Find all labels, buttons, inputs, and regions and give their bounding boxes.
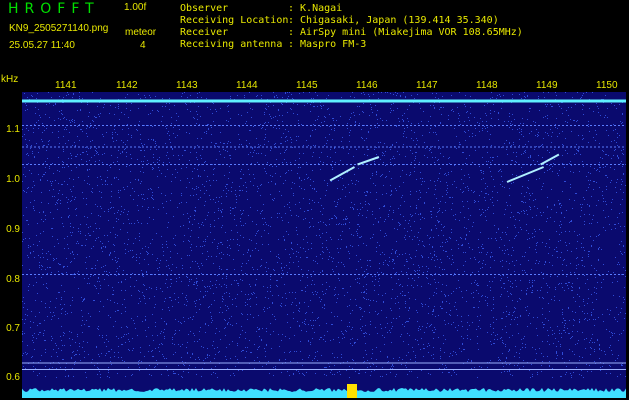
peak-marker	[347, 384, 357, 398]
x-tick-label: 1145	[296, 80, 318, 91]
timestamp-label: 25.05.27 11:40	[9, 40, 75, 51]
y-tick-label: 0.8	[6, 274, 20, 285]
info-value-observer: : K.Nagai	[288, 3, 343, 14]
spectrum-strip	[22, 388, 626, 398]
header-panel: HROFFT 1.00f KN9_2505271140.png meteor 2…	[0, 0, 629, 70]
info-key-antenna: Receiving antenna	[180, 39, 283, 50]
info-key-observer: Observer	[180, 3, 229, 14]
y-tick-label: 1.1	[6, 124, 20, 135]
mode-label: meteor	[125, 27, 157, 38]
app-title: HROFFT	[8, 1, 100, 17]
x-tick-label: 1148	[476, 80, 498, 91]
x-tick-label: 1149	[536, 80, 558, 91]
meteor-echo	[357, 156, 380, 166]
waterfall-canvas	[22, 92, 626, 398]
info-value-antenna: : Maspro FM-3	[288, 39, 367, 50]
x-tick-label: 1147	[416, 80, 438, 91]
y-axis-unit: kHz	[1, 74, 19, 85]
info-key-location: Receiving Location	[180, 15, 289, 26]
y-tick-label: 1.0	[6, 174, 20, 185]
x-tick-label: 1144	[236, 80, 258, 91]
count-label: 4	[140, 40, 146, 51]
x-tick-label: 1141	[55, 80, 77, 91]
y-tick-label: 0.6	[6, 372, 20, 383]
info-value-receiver: : AirSpy mini (Miakejima VOR 108.65MHz)	[288, 27, 523, 38]
version-label: 1.00f	[124, 2, 147, 13]
y-tick-label: 0.9	[6, 224, 20, 235]
info-value-location: : Chigasaki, Japan (139.414 35.340)	[288, 15, 499, 26]
y-tick-label: 0.7	[6, 323, 20, 334]
meteor-echo	[540, 153, 560, 166]
x-tick-label: 1150	[596, 80, 618, 91]
info-key-receiver: Receiver	[180, 27, 229, 38]
x-tick-label: 1146	[356, 80, 378, 91]
x-tick-label: 1142	[116, 80, 138, 91]
file-name-label: KN9_2505271140.png	[9, 23, 109, 34]
carrier-line	[22, 99, 626, 103]
noise-speckle	[22, 92, 626, 378]
waterfall-plot[interactable]	[22, 92, 626, 398]
x-tick-label: 1143	[176, 80, 198, 91]
